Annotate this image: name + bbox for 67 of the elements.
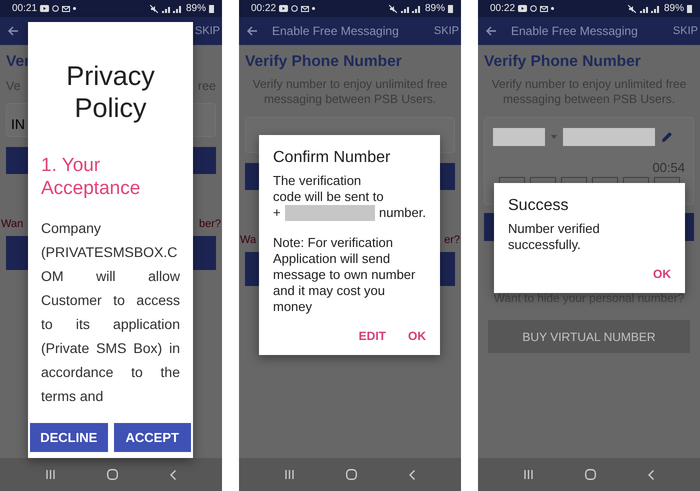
back-icon[interactable] (648, 470, 654, 480)
circle-icon (291, 5, 298, 12)
signal-icon (160, 4, 183, 12)
mute-icon (628, 4, 636, 12)
mail-icon (540, 6, 548, 12)
mail-icon (62, 6, 70, 12)
page-heading: Verify Phone Number (484, 53, 641, 71)
redacted-country (493, 128, 545, 146)
dot-icon (73, 7, 76, 10)
battery-percentage: 89% (664, 3, 684, 14)
back-icon[interactable] (170, 470, 176, 480)
plus-sign: + (273, 205, 281, 221)
clock-time: 00:21 (12, 3, 38, 14)
battery-icon (209, 4, 214, 12)
back-icon[interactable] (409, 470, 415, 480)
home-icon[interactable] (585, 469, 596, 480)
ok-button[interactable]: OK (402, 325, 432, 347)
recent-apps-icon[interactable] (524, 470, 533, 479)
battery-percentage: 89% (424, 3, 445, 14)
signal-icon (638, 4, 661, 12)
signal-icon (400, 4, 422, 12)
back-arrow-icon[interactable] (247, 26, 258, 36)
page-heading: Ver (6, 53, 30, 71)
video-icon (518, 5, 528, 12)
mute-icon (388, 4, 397, 12)
skip-link[interactable]: SKIP (672, 25, 698, 37)
page-heading: Verify Phone Number (245, 53, 402, 71)
decline-button[interactable]: DECLINE (30, 423, 108, 452)
dialog-text: code will be sent to (273, 189, 385, 205)
dialog-text: Number verified successfully. (508, 221, 601, 253)
pencil-icon[interactable] (661, 131, 673, 143)
mail-icon (301, 6, 310, 12)
skip-link[interactable]: SKIP (194, 25, 220, 37)
battery-percentage: 89% (186, 3, 206, 14)
recent-apps-icon[interactable] (46, 470, 55, 479)
dialog-title: Success (508, 197, 570, 215)
home-icon[interactable] (346, 469, 357, 480)
back-arrow-icon[interactable] (486, 26, 497, 36)
accept-button[interactable]: ACCEPT (114, 423, 191, 452)
circle-icon (52, 5, 60, 12)
app-bar-title: Enable Free Messaging (272, 24, 400, 38)
dot-icon (551, 7, 554, 10)
country-code: IN (11, 116, 26, 132)
dialog-title: Privacy Policy (65, 60, 156, 124)
countdown-timer: 00:54 (652, 160, 685, 175)
dialog-title: Confirm Number (273, 149, 392, 167)
skip-link[interactable]: SKIP (434, 25, 459, 37)
policy-text: Company (PRIVATESMSBOX.COM will allow Customer to access to its application (Private SMS Box) in accordance to the terms and (41, 219, 180, 406)
dialog-text: number. (379, 205, 426, 221)
home-icon[interactable] (107, 469, 118, 480)
clock-time: 00:22 (251, 3, 276, 14)
mute-icon (150, 4, 158, 12)
note-text: Note: For verification Application will send message to own number and it may cost you money (273, 235, 416, 315)
back-arrow-icon[interactable] (8, 26, 19, 36)
dialog-text: The verification (273, 173, 362, 189)
battery-icon (687, 4, 692, 12)
app-bar-title: Enable Free Messaging (511, 24, 639, 38)
circle-icon (530, 5, 538, 12)
dot-icon (312, 7, 316, 10)
video-icon (279, 5, 288, 12)
video-icon (40, 5, 50, 12)
edit-button[interactable]: EDIT (352, 325, 392, 347)
battery-icon (448, 4, 453, 12)
ok-button[interactable]: OK (647, 263, 677, 285)
section-heading: 1. Your Acceptance (41, 154, 142, 200)
clock-time: 00:22 (490, 3, 516, 14)
recent-apps-icon[interactable] (285, 470, 294, 479)
